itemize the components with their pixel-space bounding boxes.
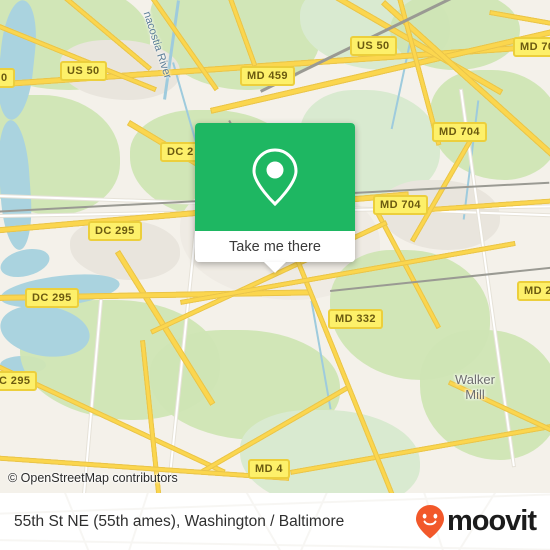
shield-md-332: MD 332 (328, 309, 383, 329)
shield-md-704-edge: MD 70 (513, 37, 550, 57)
location-popup[interactable]: Take me there (195, 123, 355, 273)
shield-dc-295-lower: DC 295 (25, 288, 79, 308)
shield-md-704-upper: MD 704 (432, 122, 487, 142)
location-popup-card[interactable]: Take me there (195, 123, 355, 262)
moovit-logo[interactable]: moovit (415, 504, 537, 540)
moovit-map-screenshot: nacostia River Walker Mill US 50 US 50 M… (0, 0, 550, 550)
footer-bar: 55th St NE (55th ames), Washington / Bal… (0, 493, 550, 550)
shield-dc-295-edge: C 295 (0, 371, 38, 391)
water-anacostia (0, 244, 53, 282)
take-me-there-button[interactable]: Take me there (195, 231, 355, 262)
shield-us-50-west: US 50 (60, 61, 107, 81)
place-label-walker-mill: Walker Mill (455, 372, 495, 402)
shield-left-edge: 0 (0, 68, 15, 88)
moovit-wordmark: moovit (446, 505, 537, 537)
shield-md-4: MD 4 (248, 459, 290, 479)
place-label-line1: Walker (455, 372, 495, 387)
map-pin-icon (252, 148, 298, 207)
station-title: 55th St NE (55th ames), Washington / Bal… (14, 512, 345, 530)
shield-us-50-east: US 50 (350, 36, 397, 56)
shield-md-704-lower: MD 704 (373, 195, 428, 215)
moovit-pin-smiley-icon (415, 504, 444, 538)
shield-dc-295-mid: DC 295 (88, 221, 142, 241)
map-canvas[interactable]: nacostia River Walker Mill US 50 US 50 M… (0, 0, 550, 493)
take-me-there-label: Take me there (229, 238, 321, 255)
popup-tail (264, 262, 286, 273)
osm-attribution[interactable]: © OpenStreetMap contributors (8, 471, 178, 485)
place-label-line2: Mill (465, 387, 485, 402)
shield-md-459: MD 459 (240, 66, 295, 86)
location-popup-header (195, 123, 355, 231)
shield-md-214-edge: MD 21 (517, 281, 550, 301)
